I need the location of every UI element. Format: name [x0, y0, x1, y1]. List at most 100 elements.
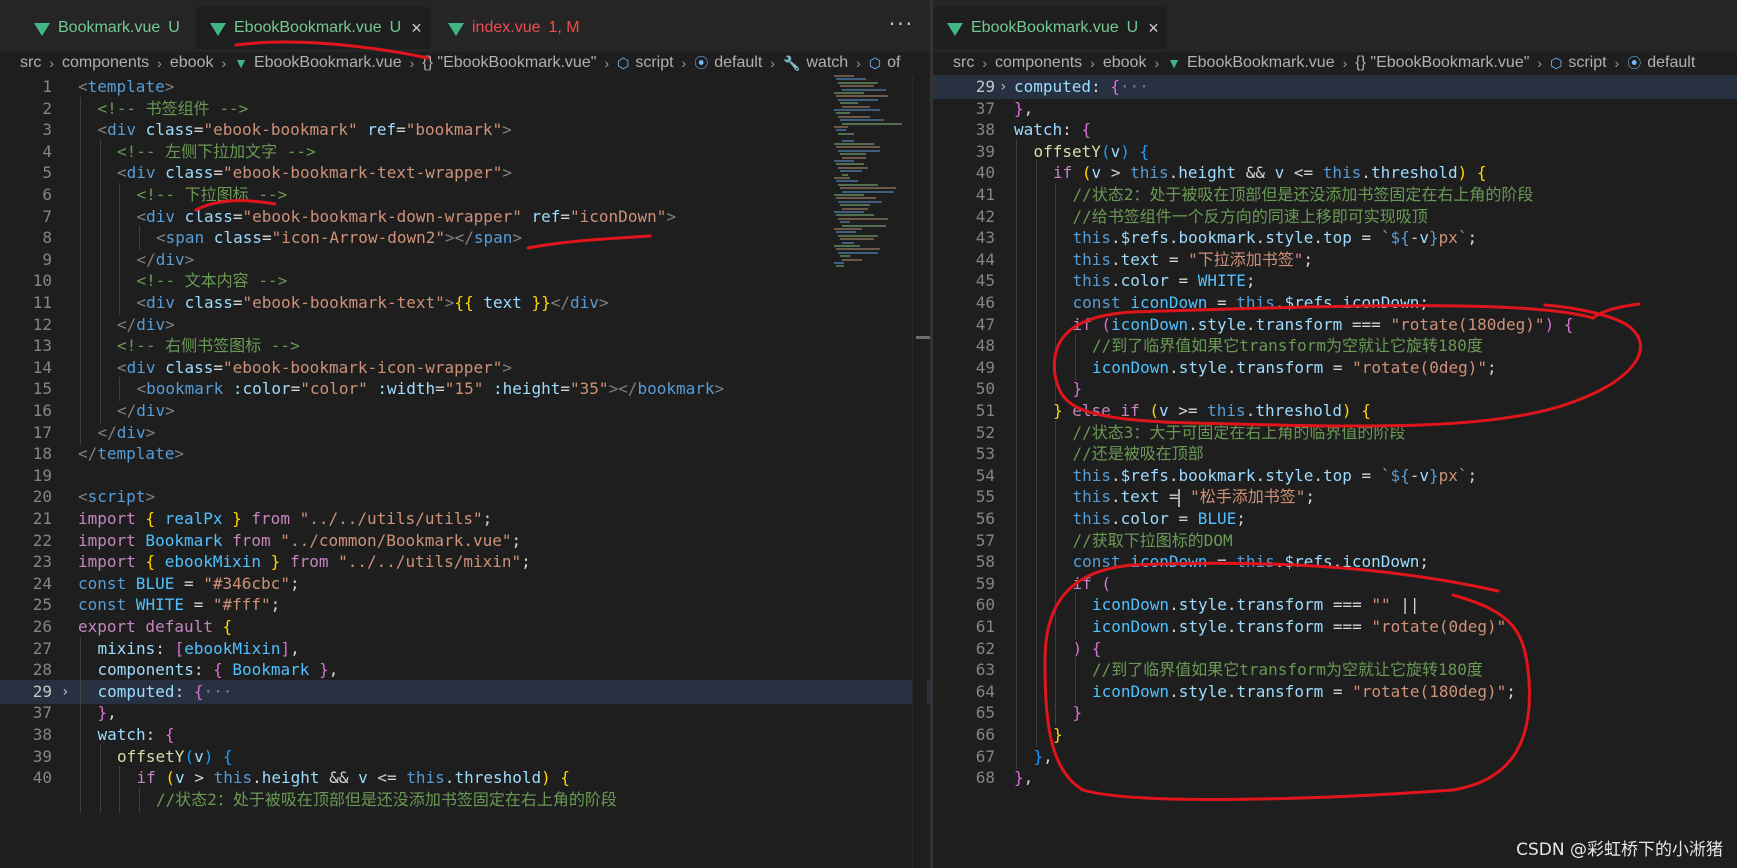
- breadcrumb-item[interactable]: ⬡ of: [869, 54, 901, 72]
- breadcrumb-item[interactable]: ▼ EbookBookmark.vue: [234, 54, 402, 72]
- code-line[interactable]: 29 › computed: {···: [0, 679, 930, 704]
- code-line[interactable]: 22 import Bookmark from "../common/Bookma…: [0, 529, 930, 553]
- code-line[interactable]: 44 this.text = "下拉添加书签";: [933, 247, 1737, 272]
- code-line[interactable]: 29 › computed: {···: [933, 75, 1737, 99]
- code-line[interactable]: 37},: [0, 701, 930, 726]
- code-line[interactable]: 27 mixins: [ebookMixin],: [0, 636, 930, 661]
- code-line[interactable]: 16 </div>: [0, 399, 930, 423]
- line-number: 43: [975, 228, 995, 248]
- code-line[interactable]: 51} else if (v >= this.threshold) {: [933, 399, 1737, 423]
- code-line[interactable]: 67},: [933, 744, 1737, 769]
- code-line[interactable]: 2 <!-- 书签组件 -->: [0, 96, 930, 121]
- code-line[interactable]: 10 <!-- 文本内容 -->: [0, 269, 930, 294]
- tab-ebookbookmark-vue[interactable]: EbookBookmark.vue U ×: [933, 7, 1167, 49]
- code-line[interactable]: 8 <span class="icon-Arrow-down2"></span>: [0, 226, 930, 251]
- code-line[interactable]: 24 const BLUE = "#346cbc";: [0, 572, 930, 596]
- breadcrumb-item[interactable]: 🔧 watch: [783, 54, 848, 72]
- code-editor-left[interactable]: 1 <template> 2 <!-- 书签组件 --> 3 <div class="eb…: [0, 75, 930, 868]
- code-line[interactable]: 42 //给书签组件一个反方向的同速上移即可实现吸顶: [933, 204, 1737, 229]
- code-line[interactable]: 65}: [933, 701, 1737, 726]
- code-line[interactable]: 66}: [933, 723, 1737, 747]
- code-line[interactable]: 26 export default {: [0, 615, 930, 639]
- code-editor-right[interactable]: 29 › computed: {··· 37}, 38 watch: {39 offsetY…: [933, 75, 1737, 868]
- code-line[interactable]: 59 if (: [933, 571, 1737, 596]
- token: {: [1476, 163, 1487, 183]
- code-line[interactable]: 11 <div class="ebook-bookmark-text">{{ te…: [0, 291, 930, 315]
- breadcrumb-item[interactable]: components: [62, 54, 149, 72]
- code-line[interactable]: 14 <div class="ebook-bookmark-icon-wrappe…: [0, 355, 930, 380]
- code-line[interactable]: 12 </div>: [0, 312, 930, 337]
- breadcrumb-item[interactable]: {} "EbookBookmark.vue": [1355, 54, 1529, 72]
- code-line[interactable]: 61 iconDown.style.transform === "rotate(0…: [933, 615, 1737, 639]
- code-line[interactable]: 62) {: [933, 636, 1737, 661]
- breadcrumb-item[interactable]: {} "EbookBookmark.vue": [422, 54, 596, 72]
- breadcrumb-item[interactable]: components: [995, 54, 1082, 72]
- more-actions-icon[interactable]: ···: [889, 12, 914, 36]
- code-line[interactable]: 7 <div class = "ebook-bookmark-down-wrapper…: [0, 204, 930, 229]
- code-line[interactable]: 58 const iconDown = this.$refs.iconDown;: [933, 550, 1737, 575]
- breadcrumb-item[interactable]: ⬡ script: [1550, 54, 1606, 72]
- code-line[interactable]: 15 <bookmark :color="color" :width="15" :…: [0, 377, 930, 402]
- breadcrumb-item[interactable]: ebook: [1103, 54, 1147, 72]
- code-line[interactable]: 21 import { realPx } from "../../utils/ut…: [0, 507, 930, 531]
- code-line[interactable]: 20 <script>: [0, 485, 930, 509]
- tab-index-vue[interactable]: index.vue 1, M: [434, 7, 602, 49]
- code-line[interactable]: 56 this.color = BLUE;: [933, 507, 1737, 531]
- fold-chevron-icon[interactable]: ›: [61, 680, 69, 704]
- code-line[interactable]: 25 const WHITE = "#fff";: [0, 593, 930, 617]
- code-line[interactable]: 43 this.$refs.bookmark.style.top = `${-v}…: [933, 226, 1737, 251]
- code-line[interactable]: 37},: [933, 97, 1737, 121]
- code-line[interactable]: 54 this.$refs.bookmark.style.top = `${-v}…: [933, 463, 1737, 488]
- minimap[interactable]: [830, 75, 910, 275]
- close-icon[interactable]: ×: [411, 18, 422, 39]
- code-line[interactable]: 23 import { ebookMixin } from "../../util…: [0, 550, 930, 574]
- code-line[interactable]: 5 <div class="ebook-bookmark-text-wrapper…: [0, 161, 930, 186]
- code-line[interactable]: 9 </div>: [0, 247, 930, 272]
- code-line[interactable]: 60 iconDown.style.transform === "" ||: [933, 593, 1737, 618]
- code-line[interactable]: 49 iconDown.style.transform = "rotate(0de…: [933, 355, 1737, 380]
- breadcrumb-item[interactable]: src: [20, 54, 41, 72]
- breadcrumb-item[interactable]: ebook: [170, 54, 214, 72]
- code-line[interactable]: 6 <!-- 下拉图标 -->: [0, 183, 930, 207]
- code-line[interactable]: 39 offsetY(v) {: [0, 744, 930, 769]
- code-line[interactable]: 28 components: { Bookmark },: [0, 658, 930, 683]
- code-line[interactable]: 38 watch: {: [0, 723, 930, 747]
- code-line[interactable]: 45 this.color = WHITE;: [933, 269, 1737, 294]
- code-line[interactable]: 38 watch: {: [933, 118, 1737, 142]
- vertical-scrollbar[interactable]: [912, 75, 927, 868]
- code-line[interactable]: 17 </div>: [0, 420, 930, 445]
- code-line[interactable]: 3 <div class="ebook-bookmark" ref="bookma…: [0, 118, 930, 143]
- code-line[interactable]: 68},: [933, 766, 1737, 790]
- code-line[interactable]: 53 //还是被吸在顶部: [933, 442, 1737, 467]
- code-line[interactable]: 46 const iconDown = this.$refs.iconDown;: [933, 291, 1737, 315]
- code-line[interactable]: 48 //到了临界值如果它transform为空就让它旋转180度: [933, 334, 1737, 359]
- breadcrumb-item[interactable]: ▼ EbookBookmark.vue: [1167, 54, 1335, 72]
- code-line[interactable]: 57 //获取下拉图标的DOM: [933, 528, 1737, 553]
- tab-ebookbookmark-vue[interactable]: EbookBookmark.vue U ×: [196, 7, 430, 49]
- code-line[interactable]: 63 //到了临界值如果它transform为空就让它旋转180度: [933, 658, 1737, 683]
- breadcrumb-item[interactable]: src: [953, 54, 974, 72]
- breadcrumb-item[interactable]: ⦿ default: [1627, 53, 1695, 73]
- code-line[interactable]: 13 <!-- 右侧书签图标 -->: [0, 334, 930, 359]
- code-line[interactable]: 19: [0, 464, 930, 488]
- code-line[interactable]: 1 <template>: [0, 75, 930, 99]
- code-line[interactable]: 64 iconDown.style.transform = "rotate(180…: [933, 679, 1737, 704]
- code-line[interactable]: 52 //状态3：大于可固定在右上角的临界值的阶段: [933, 420, 1737, 445]
- code-line[interactable]: 18 </template>: [0, 442, 930, 466]
- close-icon[interactable]: ×: [1148, 18, 1159, 39]
- code-line[interactable]: 50}: [933, 377, 1737, 402]
- code-line[interactable]: //状态2：处于被吸在顶部但是还没添加书签固定在右上角的阶段: [0, 787, 930, 812]
- code-line[interactable]: 4 <!-- 左侧下拉加文字 -->: [0, 139, 930, 164]
- fold-chevron-icon[interactable]: ›: [999, 75, 1007, 99]
- token: }: [1072, 379, 1083, 399]
- code-line[interactable]: 55 this.text = "松手添加书签";: [933, 485, 1737, 510]
- breadcrumb-item[interactable]: ⬡ script: [617, 54, 673, 72]
- breadcrumb-item[interactable]: ⦿ default: [694, 53, 762, 73]
- code-line[interactable]: 40 if (v > this.height && v <= this.thres…: [933, 161, 1737, 186]
- code-line[interactable]: 39 offsetY(v) {: [933, 139, 1737, 164]
- code-line[interactable]: 47 if (iconDown.style.transform === "rota…: [933, 312, 1737, 337]
- code-line[interactable]: 40 if (v > this.height && v <= this.thres…: [0, 766, 930, 791]
- scrollbar-thumb[interactable]: [916, 336, 930, 339]
- code-line[interactable]: 41 //状态2：处于被吸在顶部但是还没添加书签固定在右上角的阶段: [933, 183, 1737, 207]
- tab-bookmark-vue[interactable]: Bookmark.vue U: [20, 7, 196, 49]
